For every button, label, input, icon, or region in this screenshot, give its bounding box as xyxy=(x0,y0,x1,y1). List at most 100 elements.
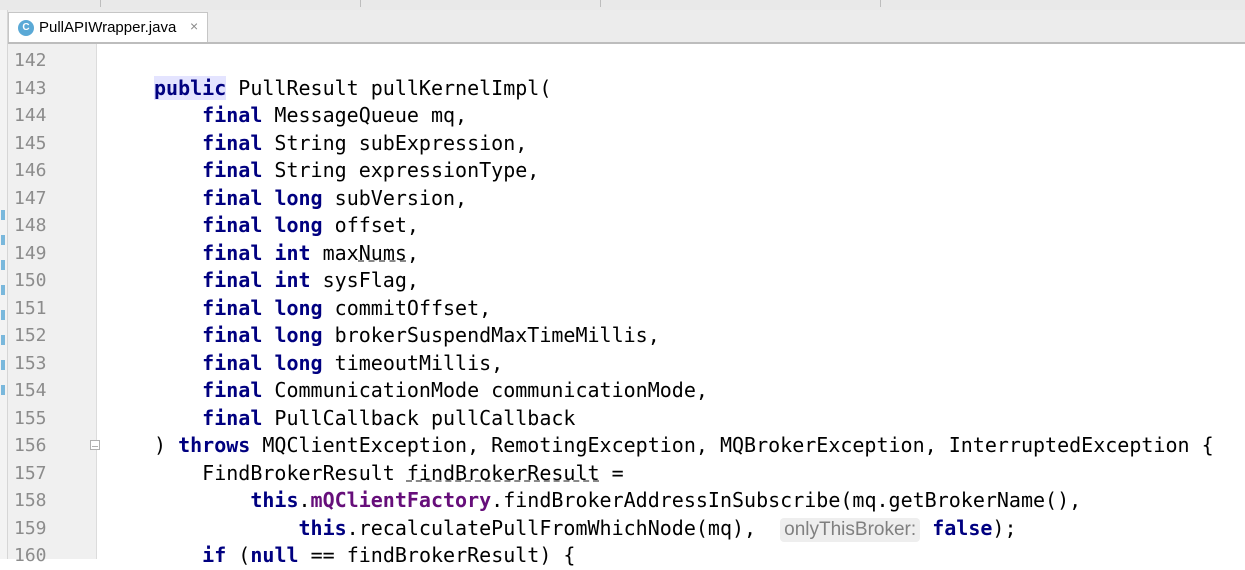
code-token: final xyxy=(202,185,263,210)
line-number: 159 xyxy=(14,517,47,539)
code-token: findBrokerResult xyxy=(406,460,600,485)
code-token: ) xyxy=(154,433,179,457)
fold-marker-icon[interactable] xyxy=(90,440,100,450)
code-line[interactable]: final long brokerSuspendMaxTimeMillis, xyxy=(154,322,660,350)
code-token: String subExpression, xyxy=(262,130,528,155)
code-line[interactable]: final int maxNums, xyxy=(154,240,419,268)
code-token: , xyxy=(406,240,419,265)
code-token: public xyxy=(154,75,227,100)
line-number: 143 xyxy=(14,77,47,99)
line-number: 149 xyxy=(14,242,47,264)
code-token: offset, xyxy=(322,213,419,237)
code-line[interactable]: public PullResult pullKernelImpl( xyxy=(154,75,551,103)
code-line[interactable]: if (null == findBrokerResult) { xyxy=(154,542,575,570)
code-token: int xyxy=(274,240,311,265)
line-number: 160 xyxy=(14,545,47,566)
line-number: 152 xyxy=(14,325,47,346)
code-token: mQClientFactory xyxy=(310,488,492,512)
code-line[interactable]: final long timeoutMillis, xyxy=(154,350,503,378)
code-line[interactable]: final long offset, xyxy=(154,212,419,240)
code-line[interactable]: this.mQClientFactory.findBrokerAddressIn… xyxy=(154,487,1081,515)
code-line[interactable]: final long commitOffset, xyxy=(154,295,491,323)
code-line[interactable]: final long subVersion, xyxy=(154,185,467,213)
code-token: final xyxy=(202,295,263,320)
file-marker xyxy=(1,310,5,320)
line-number: 155 xyxy=(14,407,47,429)
code-token: commitOffset, xyxy=(322,295,492,320)
code-token: final xyxy=(202,240,263,265)
code-line[interactable]: final CommunicationMode communicationMod… xyxy=(154,377,708,405)
top-strip-separator xyxy=(100,0,101,7)
code-token: final xyxy=(202,350,263,375)
code-token: = xyxy=(599,460,624,485)
tab-pullapiwrapper[interactable]: C PullAPIWrapper.java × xyxy=(8,12,208,42)
code-line[interactable]: final String expressionType, xyxy=(154,157,539,185)
file-marker xyxy=(1,385,5,395)
code-token: final xyxy=(202,213,263,237)
code-token: . xyxy=(298,488,311,512)
code-token: Nums xyxy=(358,240,407,265)
code-line[interactable]: ) throws MQClientException, RemotingExce… xyxy=(154,432,1214,460)
code-token: false xyxy=(932,515,993,540)
code-token: final xyxy=(202,103,263,127)
code-token: PullCallback pullCallback xyxy=(262,405,576,430)
file-marker xyxy=(1,210,5,220)
line-number: 150 xyxy=(14,270,47,291)
code-token: long xyxy=(274,213,323,237)
line-number: 158 xyxy=(14,490,47,511)
parameter-hint: onlyThisBroker: xyxy=(780,517,921,542)
code-token: null xyxy=(250,543,299,567)
code-token: brokerSuspendMaxTimeMillis, xyxy=(322,323,660,347)
code-token: long xyxy=(274,185,323,210)
code-line[interactable]: final MessageQueue mq, xyxy=(154,102,467,130)
file-marker xyxy=(1,235,5,245)
top-strip-separator xyxy=(360,0,361,7)
code-token: final xyxy=(202,378,263,402)
code-token: this xyxy=(250,488,299,512)
code-line[interactable]: this.recalculatePullFromWhichNode(mq), o… xyxy=(154,515,1017,543)
code-token: ); xyxy=(992,515,1017,540)
code-token: ( xyxy=(226,543,251,567)
file-marker xyxy=(1,360,5,370)
code-token: CommunicationMode communicationMode, xyxy=(262,378,708,402)
top-strip-separator xyxy=(880,0,881,7)
code-line[interactable]: FindBrokerResult findBrokerResult = xyxy=(154,460,624,488)
code-token: FindBrokerResult xyxy=(154,460,407,485)
line-number: 146 xyxy=(14,160,47,181)
line-number: 142 xyxy=(14,50,47,71)
line-number: 145 xyxy=(14,132,47,154)
code-token: .recalculatePullFromWhichNode(mq), xyxy=(346,515,781,540)
code-token: final xyxy=(202,268,263,292)
code-token: int xyxy=(274,268,311,292)
code-line[interactable]: final String subExpression, xyxy=(154,130,527,158)
code-line[interactable]: final PullCallback pullCallback xyxy=(154,405,575,433)
project-panel-edge[interactable] xyxy=(0,10,8,559)
tab-file-name: PullAPIWrapper.java xyxy=(39,19,177,36)
close-icon[interactable]: × xyxy=(190,18,198,34)
code-token: subVersion, xyxy=(322,185,468,210)
code-token: == findBrokerResult) { xyxy=(298,543,576,567)
line-number: 151 xyxy=(14,297,47,319)
file-marker xyxy=(1,335,5,345)
line-number: 147 xyxy=(14,187,47,209)
code-token: long xyxy=(274,323,323,347)
code-token: final xyxy=(202,158,263,182)
code-token: timeoutMillis, xyxy=(322,350,504,375)
code-line[interactable]: final int sysFlag, xyxy=(154,267,419,295)
